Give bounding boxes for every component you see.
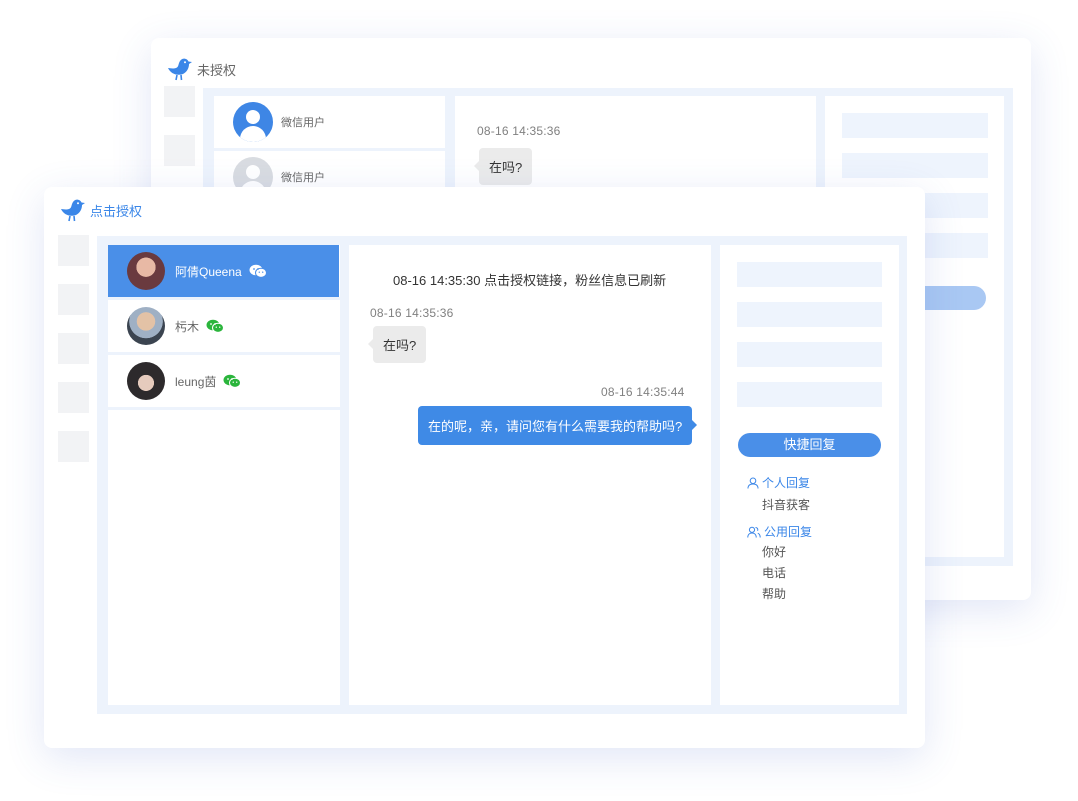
contact-name: 微信用户: [281, 172, 325, 184]
message-time: 08-16 14:35:44: [601, 385, 685, 399]
personal-reply-header[interactable]: 个人回复: [747, 474, 810, 491]
quick-reply-panel: 快捷回复 个人回复 抖音获客 公用回复 你好 电话 帮助: [720, 245, 899, 705]
message-time: 08-16 14:35:36: [477, 124, 561, 138]
authorize-link[interactable]: 点击授权: [90, 201, 142, 220]
group-icon: [747, 526, 761, 538]
reply-item[interactable]: 帮助: [762, 585, 786, 602]
nav-item[interactable]: [58, 235, 89, 266]
reply-item[interactable]: 电话: [762, 564, 786, 581]
workspace: 阿倩Queena 杇木 leung茵 08-16 14:35:30 点击授权链接…: [97, 236, 907, 714]
incoming-message: 在吗?: [367, 326, 427, 363]
nav-item[interactable]: [58, 284, 89, 315]
contact-name: 微信用户: [281, 117, 325, 129]
contact-name: 阿倩Queena: [175, 264, 242, 279]
message-time: 08-16 14:35:36: [370, 306, 454, 320]
nav-item[interactable]: [58, 333, 89, 364]
stage: 未授权 微信用户 微信用户 08-16 14:35:36 在吗? 点击授权 阿倩…: [0, 0, 1078, 801]
quick-reply-button[interactable]: 快捷回复: [738, 433, 881, 457]
avatar: [127, 252, 165, 290]
wechat-icon: [249, 264, 267, 278]
authorized-window: 点击授权 阿倩Queena 杇木 leung茵 08-16 14:35:30 点…: [44, 187, 925, 748]
bird-logo-icon: [168, 58, 192, 81]
contact-name: leung茵: [175, 374, 217, 389]
personal-reply-label: 个人回复: [762, 476, 811, 490]
nav-item[interactable]: [164, 86, 195, 117]
divider: [108, 407, 340, 410]
placeholder-bar: [737, 382, 882, 407]
system-message: 08-16 14:35:30 点击授权链接，粉丝信息已刷新: [393, 273, 667, 288]
contact-item[interactable]: 微信用户: [214, 96, 445, 148]
public-reply-label: 公用回复: [764, 525, 813, 539]
contact-item[interactable]: 杇木: [108, 300, 339, 352]
placeholder-bar: [842, 153, 988, 178]
nav-item[interactable]: [58, 431, 89, 462]
window-title: 未授权: [197, 62, 237, 78]
public-reply-header[interactable]: 公用回复: [747, 523, 812, 540]
wechat-icon: [223, 374, 242, 388]
avatar: [127, 362, 165, 400]
contact-item[interactable]: leung茵: [108, 355, 339, 407]
contact-item-active[interactable]: 阿倩Queena: [108, 245, 339, 297]
contact-name: 杇木: [175, 319, 200, 334]
placeholder-bar: [737, 262, 882, 287]
person-icon: [747, 477, 759, 489]
reply-item[interactable]: 你好: [762, 543, 786, 560]
wechat-icon: [206, 319, 225, 333]
contact-list: 阿倩Queena 杇木 leung茵: [108, 245, 340, 705]
reply-item[interactable]: 抖音获客: [762, 496, 810, 513]
nav-item[interactable]: [164, 135, 195, 166]
placeholder-bar: [737, 342, 882, 367]
incoming-message: 在吗?: [473, 148, 533, 185]
placeholder-bar: [842, 113, 988, 138]
placeholder-bar: [737, 302, 882, 327]
bird-logo-icon: [61, 199, 85, 222]
nav-item[interactable]: [58, 382, 89, 413]
chat-panel: 08-16 14:35:30 点击授权链接，粉丝信息已刷新 08-16 14:3…: [349, 245, 711, 705]
titlebar: 点击授权: [58, 187, 142, 233]
avatar: [127, 307, 165, 345]
outgoing-message: 在的呢，亲，请问您有什么需要我的帮助吗?: [418, 406, 698, 445]
person-icon: [233, 102, 273, 142]
